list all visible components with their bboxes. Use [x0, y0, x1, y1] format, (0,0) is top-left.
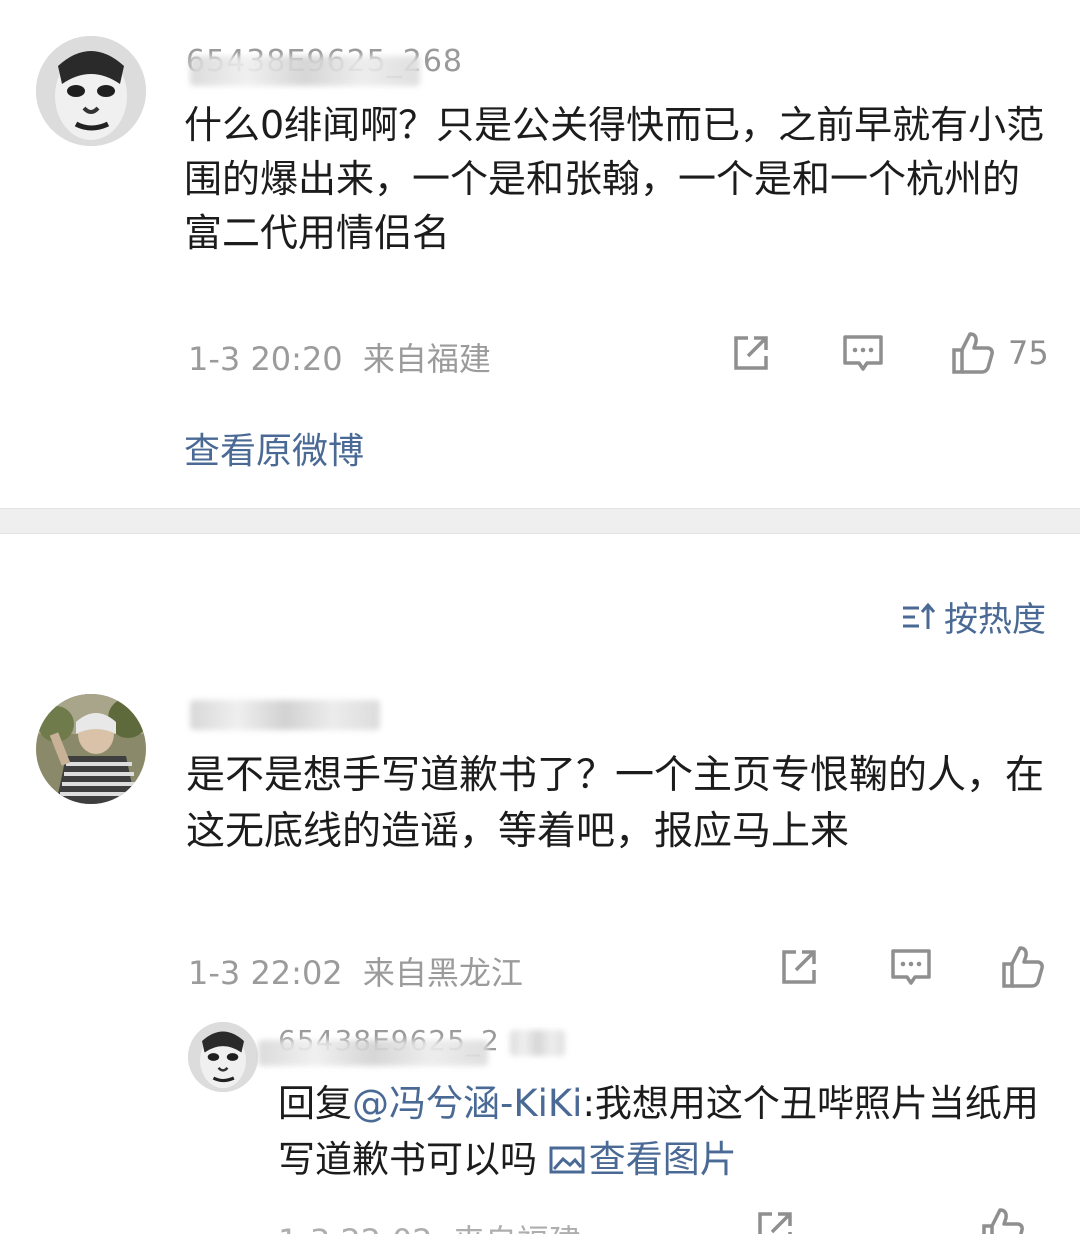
- reply-meta: 1-3 22:02 来自福建: [278, 1216, 581, 1234]
- picture-icon: [549, 1146, 585, 1174]
- like-button[interactable]: [1000, 944, 1046, 990]
- comment-text: 是不是想手写道歉书了？一个主页专恨鞠的人，在这无底线的造谣，等着吧，报应马上来: [186, 753, 1045, 854]
- sort-by-heat-button[interactable]: 按热度: [900, 592, 1046, 641]
- thumbs-up-icon: [982, 1208, 1024, 1234]
- comment-button[interactable]: [888, 944, 934, 990]
- avatar[interactable]: [36, 36, 146, 146]
- username-redaction: [190, 700, 380, 730]
- reply-location: 来自福建: [453, 1222, 581, 1234]
- share-button[interactable]: [728, 330, 774, 376]
- username-redaction: [190, 56, 420, 86]
- share-button[interactable]: [752, 1206, 798, 1234]
- username-redaction: [258, 1040, 488, 1066]
- view-original-link[interactable]: 查看原微博: [184, 422, 364, 474]
- comment-location: 来自黑龙江: [362, 954, 523, 992]
- share-button[interactable]: [776, 944, 822, 990]
- post-time: 1-3 20:20: [188, 340, 343, 378]
- reply-text: 回复@冯兮涵-KiKi:我想用这个丑哔照片当纸用写道歉书可以吗 查看图片: [278, 1076, 1058, 1188]
- share-icon: [734, 336, 768, 370]
- avatar[interactable]: [188, 1022, 258, 1092]
- reply-time: 1-3 22:02: [278, 1222, 433, 1234]
- view-picture-link[interactable]: 查看图片: [549, 1138, 737, 1181]
- comment-button[interactable]: [840, 330, 886, 376]
- like-count: 75: [1008, 334, 1049, 372]
- post-text: 什么0绯闻啊？只是公关得快而已，之前早就有小范围的爆出来，一个是和张翰，一个是和…: [184, 103, 1045, 255]
- reply-prefix: 回复: [278, 1082, 352, 1125]
- view-picture-label: 查看图片: [588, 1138, 737, 1181]
- comment-meta: 1-3 22:02 来自黑龙江: [188, 948, 523, 994]
- section-divider: [0, 508, 1080, 534]
- username-redaction: [510, 1030, 565, 1056]
- sort-label: 按热度: [944, 600, 1046, 640]
- thumbs-up-icon: [952, 332, 994, 374]
- like-button[interactable]: 75: [950, 330, 1049, 376]
- avatar[interactable]: [36, 694, 146, 804]
- thumbs-up-icon: [1002, 946, 1044, 988]
- share-icon: [758, 1212, 792, 1234]
- share-icon: [782, 950, 816, 984]
- post-location: 来自福建: [362, 340, 491, 378]
- comment-icon: [843, 335, 883, 371]
- comment-time: 1-3 22:02: [188, 954, 343, 992]
- sort-icon: [903, 602, 936, 629]
- post-meta: 1-3 20:20 来自福建: [188, 334, 491, 380]
- mention-link[interactable]: @冯兮涵-KiKi: [352, 1082, 582, 1125]
- like-button[interactable]: [980, 1206, 1026, 1234]
- comment-icon: [891, 949, 931, 985]
